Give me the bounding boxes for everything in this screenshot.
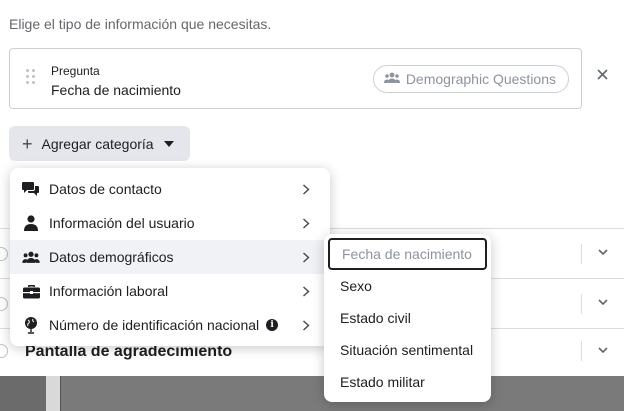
close-icon[interactable]: [595, 67, 609, 81]
question-card: Pregunta Fecha de nacimiento Demographic…: [9, 48, 582, 109]
menu-item-label: Información del usuario: [49, 215, 195, 231]
instruction-text: Elige el tipo de información que necesit…: [9, 16, 272, 32]
menu-item-national-id[interactable]: Número de identificación nacional i: [10, 308, 330, 342]
chat-bubbles-icon: [22, 180, 40, 198]
question-type-tag: Demographic Questions: [372, 65, 569, 93]
submenu-item-gender[interactable]: Sexo: [324, 270, 491, 302]
menu-item-label: Número de identificación nacional: [49, 317, 260, 333]
menu-item-user-info[interactable]: Información del usuario: [10, 206, 330, 240]
radio-button[interactable]: [0, 344, 8, 358]
menu-item-work-info[interactable]: Información laboral: [10, 274, 330, 308]
chevron-right-icon: [303, 252, 310, 263]
plus-icon: +: [22, 133, 33, 154]
submenu-item-relationship-status[interactable]: Situación sentimental: [324, 334, 491, 366]
chevron-right-icon: [303, 218, 310, 229]
submenu-item-marital-status[interactable]: Estado civil: [324, 302, 491, 334]
add-category-button[interactable]: + Agregar categoría: [9, 126, 190, 161]
chevron-right-icon: [303, 184, 310, 195]
drag-handle-icon[interactable]: [26, 69, 36, 85]
menu-item-label: Datos de contacto: [49, 181, 162, 197]
chevron-down-icon: [598, 249, 608, 256]
menu-item-demographic-data[interactable]: Datos demográficos: [10, 240, 330, 274]
chevron-right-icon: [303, 320, 310, 331]
submenu-item-birth-date[interactable]: Fecha de nacimiento: [328, 238, 487, 270]
menu-item-contact-data[interactable]: Datos de contacto: [10, 172, 330, 206]
chevron-down-icon: [598, 347, 608, 354]
menu-item-label: Datos demográficos: [49, 249, 174, 265]
globe-icon: [22, 316, 40, 334]
radio-button[interactable]: [0, 247, 8, 261]
people-icon: [22, 248, 40, 266]
background-overlay: [0, 376, 624, 411]
people-icon: [383, 71, 400, 87]
category-menu: Datos de contacto Información del usuari…: [10, 168, 330, 346]
briefcase-icon: [22, 282, 40, 300]
question-type-label: Demographic Questions: [405, 71, 556, 87]
person-icon: [22, 214, 40, 232]
question-value: Fecha de nacimiento: [51, 82, 181, 98]
submenu-item-military-status[interactable]: Estado militar: [324, 366, 491, 398]
chevron-right-icon: [303, 286, 310, 297]
chevron-down-icon: [598, 299, 608, 306]
menu-item-label: Información laboral: [49, 283, 169, 299]
radio-button[interactable]: [0, 297, 8, 311]
add-category-label: Agregar categoría: [41, 135, 154, 152]
question-label: Pregunta: [51, 64, 100, 78]
demographic-submenu: Fecha de nacimiento Sexo Estado civil Si…: [324, 234, 491, 402]
info-icon[interactable]: i: [266, 319, 279, 331]
caret-down-icon: [163, 140, 174, 147]
